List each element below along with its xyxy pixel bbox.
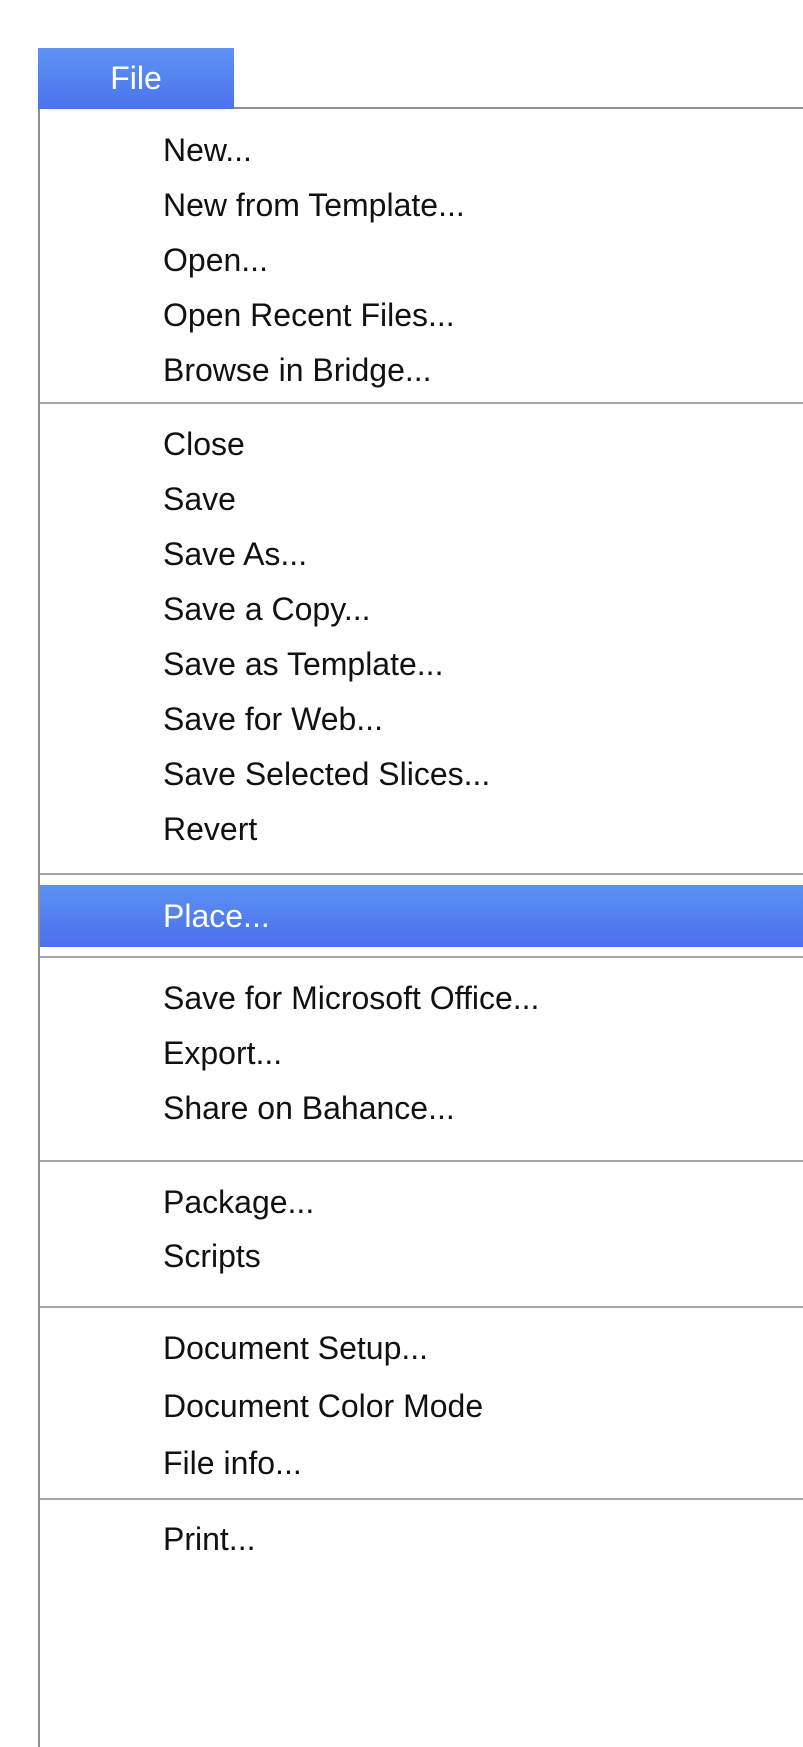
menu-item-save-for-microsoft-office[interactable]: Save for Microsoft Office... bbox=[40, 971, 803, 1026]
menu-item-share-on-bahance[interactable]: Share on Bahance... bbox=[40, 1081, 803, 1136]
menu-item-close[interactable]: Close bbox=[40, 417, 803, 472]
menu-item-save-as[interactable]: Save As... bbox=[40, 527, 803, 582]
menu-item-browse-in-bridge[interactable]: Browse in Bridge... bbox=[40, 343, 803, 398]
menu-separator bbox=[40, 873, 803, 875]
menu-item-file-info[interactable]: File info... bbox=[40, 1436, 803, 1491]
menu-item-new[interactable]: New... bbox=[40, 123, 803, 178]
menu-item-revert[interactable]: Revert bbox=[40, 802, 803, 857]
file-menu-dropdown: New... New from Template... Open... Open… bbox=[38, 107, 803, 1747]
menu-separator bbox=[40, 1160, 803, 1162]
menu-item-print[interactable]: Print... bbox=[40, 1512, 803, 1567]
menu-item-export[interactable]: Export... bbox=[40, 1026, 803, 1081]
menu-item-new-from-template[interactable]: New from Template... bbox=[40, 178, 803, 233]
menu-item-document-color-mode[interactable]: Document Color Mode bbox=[40, 1379, 803, 1434]
menu-item-save-selected-slices[interactable]: Save Selected Slices... bbox=[40, 747, 803, 802]
menu-item-open-recent-files[interactable]: Open Recent Files... bbox=[40, 288, 803, 343]
menu-separator bbox=[40, 402, 803, 404]
menu-item-save-a-copy[interactable]: Save a Copy... bbox=[40, 582, 803, 637]
menu-item-save-as-template[interactable]: Save as Template... bbox=[40, 637, 803, 692]
menu-item-place[interactable]: Place... bbox=[40, 885, 803, 947]
menu-separator bbox=[40, 1306, 803, 1308]
menu-item-save[interactable]: Save bbox=[40, 472, 803, 527]
menu-item-open[interactable]: Open... bbox=[40, 233, 803, 288]
menu-separator bbox=[40, 1498, 803, 1500]
menu-separator bbox=[40, 956, 803, 958]
menu-item-save-for-web[interactable]: Save for Web... bbox=[40, 692, 803, 747]
menu-item-package[interactable]: Package... bbox=[40, 1175, 803, 1230]
menu-item-scripts[interactable]: Scripts bbox=[40, 1229, 803, 1284]
menu-item-document-setup[interactable]: Document Setup... bbox=[40, 1321, 803, 1376]
file-menu-title[interactable]: File bbox=[38, 48, 234, 109]
